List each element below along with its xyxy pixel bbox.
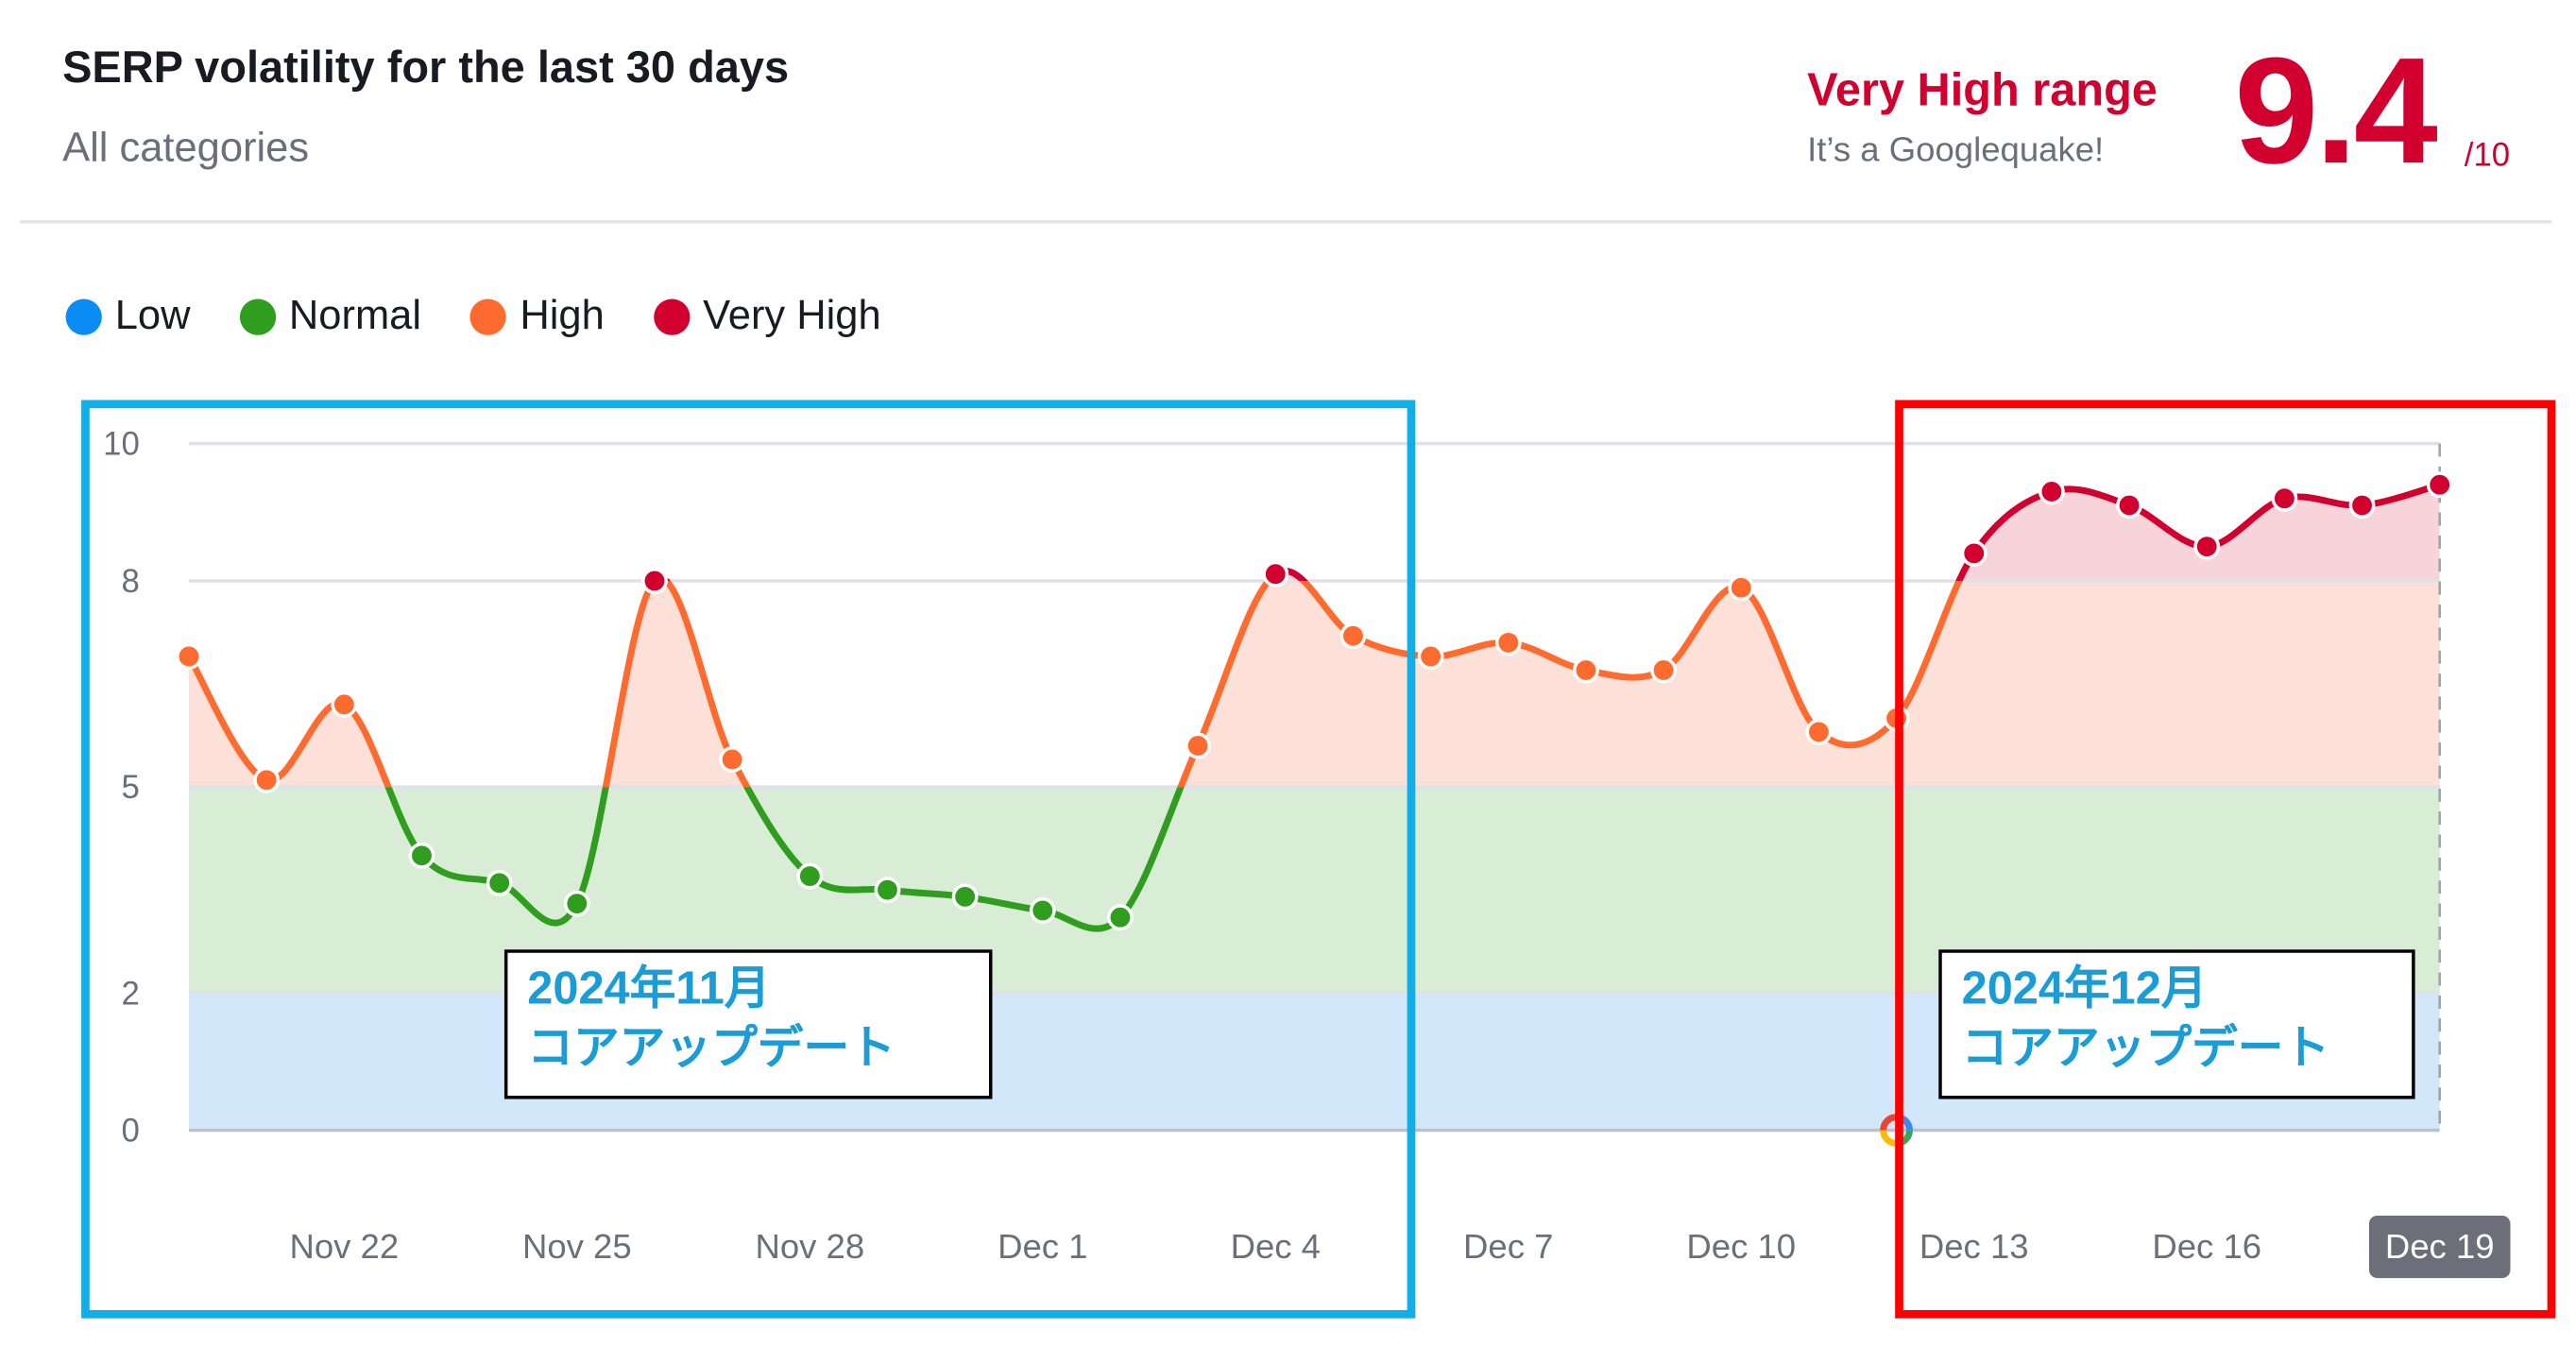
data-point[interactable] — [2038, 478, 2065, 505]
data-point[interactable] — [951, 883, 979, 911]
data-point[interactable] — [641, 568, 668, 594]
data-point[interactable] — [563, 890, 590, 917]
data-point[interactable] — [1029, 897, 1056, 924]
data-point[interactable] — [1573, 656, 1599, 684]
data-point[interactable] — [2348, 492, 2376, 519]
data-point[interactable] — [1262, 560, 1289, 588]
x-tick-label: Nov 22 — [289, 1227, 399, 1266]
data-point[interactable] — [176, 643, 202, 670]
data-point[interactable] — [253, 766, 281, 793]
data-point[interactable] — [331, 690, 358, 718]
x-tick-label: Nov 25 — [522, 1227, 632, 1266]
data-point[interactable] — [2271, 485, 2298, 512]
y-tick-label: 0 — [121, 1114, 139, 1150]
annotation-line2: コアアップデート — [527, 1021, 896, 1073]
data-point[interactable] — [719, 746, 746, 773]
y-tick-label: 10 — [103, 427, 140, 463]
data-point[interactable] — [2426, 471, 2453, 499]
data-point[interactable] — [796, 862, 824, 890]
band-fill — [189, 485, 2440, 581]
x-tick-label: Dec 16 — [2152, 1227, 2261, 1266]
x-tick-label: Nov 28 — [755, 1227, 864, 1266]
data-point[interactable] — [1805, 719, 1833, 745]
annotation-nov-update: 2024年11月 コアアップデート — [503, 949, 993, 1099]
data-point[interactable] — [2116, 492, 2142, 519]
band-very-high-area — [189, 485, 2440, 581]
data-point[interactable] — [1339, 622, 1367, 650]
x-tick-label: Dec 7 — [1463, 1227, 1553, 1266]
data-point[interactable] — [1107, 904, 1134, 931]
data-point[interactable] — [1960, 539, 1987, 567]
volatility-widget: SERP volatility for the last 30 days All… — [0, 0, 2576, 1345]
annotation-dec-update: 2024年12月 コアアップデート — [1938, 949, 2415, 1099]
data-point[interactable] — [1650, 656, 1678, 684]
x-tick-label: Dec 13 — [1919, 1227, 2029, 1266]
annotation-line2: コアアップデート — [1961, 1021, 2330, 1073]
data-point[interactable] — [486, 869, 513, 896]
annotation-line1: 2024年12月 — [1961, 963, 2208, 1014]
annotation-line1: 2024年11月 — [527, 963, 771, 1014]
data-point[interactable] — [1185, 732, 1212, 759]
data-point[interactable] — [1417, 643, 1444, 670]
x-tick-label: Dec 10 — [1686, 1227, 1796, 1266]
band-high-area — [189, 580, 2440, 788]
data-point[interactable] — [1728, 574, 1755, 602]
x-tick-label: Dec 4 — [1231, 1227, 1321, 1266]
data-point[interactable] — [2193, 533, 2221, 560]
x-tick-label: Dec 19 — [2385, 1227, 2495, 1266]
y-tick-label: 2 — [121, 976, 139, 1012]
data-point[interactable] — [408, 842, 435, 869]
google-update-icon[interactable] — [1880, 1130, 1897, 1147]
x-tick-label: Dec 1 — [998, 1227, 1087, 1266]
data-point[interactable] — [874, 877, 901, 904]
y-tick-label: 5 — [121, 770, 139, 806]
volatility-chart: 0 2 5 8 10 Nov 22 Nov 25 Nov 28 Dec 1 Dec 4 Dec 7 D… — [81, 400, 2556, 1319]
y-tick-label: 8 — [121, 564, 139, 600]
band-fill — [189, 580, 2440, 788]
data-point[interactable] — [1494, 629, 1522, 656]
